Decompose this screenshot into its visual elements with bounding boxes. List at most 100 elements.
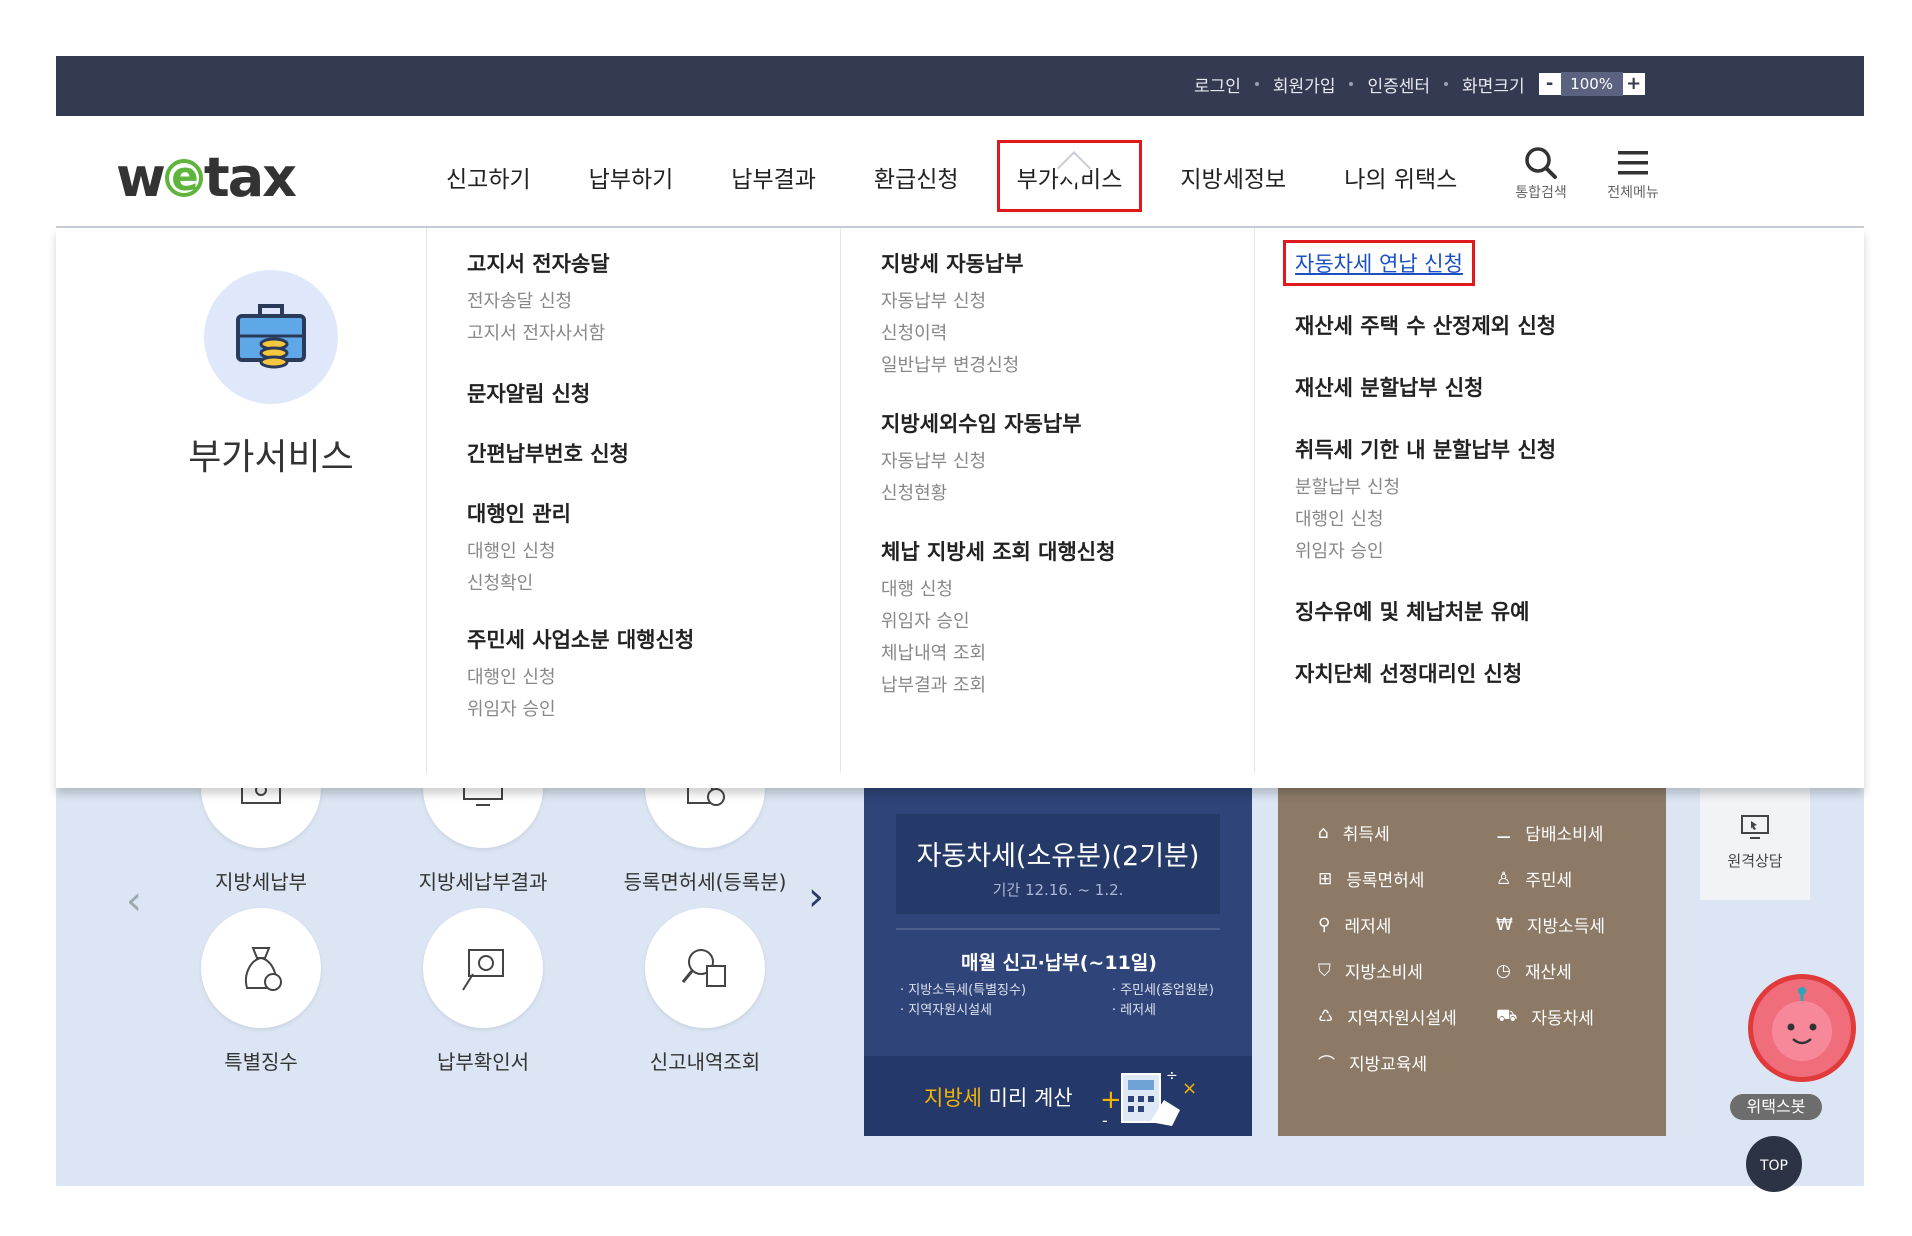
menu-sub-item[interactable]: 고지서 전자사서함 [467, 318, 840, 350]
menu-column-1: 고지서 전자송달 전자송달 신청 고지서 전자사서함 문자알림 신청 간편납부번… [426, 228, 840, 773]
menu-sub-item[interactable]: 대행인 신청 [467, 536, 840, 568]
tax-label: 지방소득세 [1526, 917, 1606, 937]
menu-sub-item[interactable]: 대행 신청 [881, 574, 1254, 606]
menu-group-title[interactable]: 간편납부번호 신청 [467, 438, 840, 468]
cigarette-icon: ⚊ [1496, 822, 1512, 843]
svg-text:÷: ÷ [1166, 1068, 1178, 1084]
tax-label: 취득세 [1342, 825, 1390, 845]
wetax-bot-button[interactable] [1748, 974, 1856, 1082]
magnifier-doc-icon [681, 949, 726, 987]
menu-sub-item[interactable]: 신청확인 [467, 568, 840, 600]
service-label: 지방세납부결과 [418, 870, 548, 894]
person-icon: ♙ [1496, 868, 1512, 889]
tax-category-panel: ⌂ 취득세 ⚊ 담배소비세 ⊞ 등록면허세 ♙ 주민세 ⚲ 레저세 ₩ 지방소득세 ⛉ 지방소… [1278, 788, 1666, 1136]
tax-item-leisure[interactable]: ⚲ 레저세 [1318, 912, 1391, 938]
service-special-collection[interactable]: 특별징수 [176, 908, 346, 1075]
menu-sub-item[interactable]: 자동납부 신청 [881, 446, 1254, 478]
calculator-icon: +÷×- [1100, 1068, 1197, 1128]
notice-banner[interactable]: 자동차세(소유분)(2기분) 기간 12.16. ~ 1.2. 매월 신고·납부… [864, 788, 1252, 1136]
tax-item-property[interactable]: ◷ 재산세 [1496, 958, 1572, 984]
tax-label: 지방교육세 [1349, 1055, 1428, 1075]
nav-refund[interactable]: 환급신청 [874, 160, 959, 194]
tax-label: 등록면허세 [1346, 871, 1425, 891]
zoom-in-button[interactable]: + [1622, 73, 1645, 95]
menu-group-title[interactable]: 고지서 전자송달 [467, 248, 840, 278]
menu-sub-item[interactable]: 체납내역 조회 [881, 638, 1254, 670]
service-label: 지방세납부 [215, 870, 307, 894]
bag-icon: ⛉ [1318, 960, 1331, 981]
cert-center-link[interactable]: 인증센터 [1367, 72, 1430, 97]
menu-sub-item[interactable]: 일반납부 변경신청 [881, 350, 1254, 382]
menu-sub-item[interactable]: 자동납부 신청 [881, 286, 1254, 318]
menu-sub-item[interactable]: 납부결과 조회 [881, 670, 1254, 702]
page-frame: 로그인 회원가입 인증센터 화면크기 - 100% + w e tax 신고하기 납… [56, 56, 1864, 1192]
hamburger-icon [1618, 151, 1648, 175]
wetax-bot-label: 위택스봇 [1730, 1094, 1822, 1120]
house-icon: ⌂ [1318, 822, 1329, 843]
all-menu-button[interactable]: 전체메뉴 [1598, 144, 1668, 202]
tax-item-tobacco[interactable]: ⚊ 담배소비세 [1496, 820, 1603, 846]
nav-report[interactable]: 신고하기 [446, 160, 531, 194]
tax-item-vehicle[interactable]: ⛟ 자동차세 [1496, 1004, 1594, 1030]
menu-group-title[interactable]: 대행인 관리 [467, 498, 840, 528]
tax-item-local-income[interactable]: ₩ 지방소득세 [1496, 912, 1606, 938]
money-jar-icon: ₩ [1496, 914, 1513, 935]
extra-services-mega-menu: 부가서비스 고지서 전자송달 전자송달 신청 고지서 전자사서함 문자알림 신청… [56, 228, 1864, 788]
main-nav: 신고하기 납부하기 납부결과 환급신청 부가서비스 지방세정보 나의 위택스 [446, 140, 1515, 212]
nav-my-wetax[interactable]: 나의 위택스 [1344, 160, 1457, 194]
main-content-background: ‹ › 지방세납부 지방세납부결과 등록면허세(등록분) 특별징수 납부확인서 … [56, 728, 1864, 1192]
tax-item-local-consumption[interactable]: ⛉ 지방소비세 [1318, 958, 1423, 984]
prev-arrow-icon[interactable]: ‹ [126, 878, 142, 924]
service-report-history[interactable]: 신고내역조회 [620, 908, 790, 1075]
menu-group-title[interactable]: 자치단체 선정대리인 신청 [1295, 658, 1864, 688]
nav-pay-result[interactable]: 납부결과 [731, 160, 816, 194]
menu-group-title[interactable]: 체납 지방세 조회 대행신청 [881, 536, 1254, 566]
menu-sub-item[interactable]: 위임자 승인 [1295, 536, 1864, 568]
main-header: wetax 신고하기 납부하기 납부결과 환급신청 부가서비스 지방세정보 나의… [56, 116, 1864, 228]
wetax-logo[interactable]: w e tax [116, 146, 297, 209]
menu-group-title[interactable]: 주민세 사업소분 대행신청 [467, 624, 840, 654]
car-tax-annual-payment-link[interactable]: 자동차세 연납 신청 [1283, 240, 1475, 286]
search-label: 통합검색 [1515, 185, 1567, 201]
bicycle-icon: ⚲ [1318, 914, 1331, 935]
service-payment-certificate[interactable]: 납부확인서 [398, 908, 568, 1075]
calc-rest-text: 미리 계산 [981, 1086, 1073, 1110]
menu-sub-item[interactable]: 대행인 신청 [1295, 504, 1864, 536]
menu-group-title[interactable]: 문자알림 신청 [467, 378, 840, 408]
separator-dot [1254, 82, 1259, 86]
zoom-level: 100% [1560, 72, 1623, 96]
next-arrow-icon[interactable]: › [808, 874, 824, 920]
nav-pay[interactable]: 납부하기 [589, 160, 674, 194]
menu-group-title[interactable]: 지방세 자동납부 [881, 248, 1254, 278]
tax-item-regional-resource[interactable]: ♺ 지역자원시설세 [1318, 1004, 1457, 1030]
menu-sub-item[interactable]: 위임자 승인 [467, 694, 840, 726]
nav-local-tax-info[interactable]: 지방세정보 [1180, 160, 1286, 194]
menu-sub-item[interactable]: 위임자 승인 [881, 606, 1254, 638]
menu-group-title[interactable]: 지방세외수입 자동납부 [881, 408, 1254, 438]
bot-face-icon [1772, 987, 1832, 1061]
signup-link[interactable]: 회원가입 [1273, 72, 1336, 97]
menu-sub-item[interactable]: 신청이력 [881, 318, 1254, 350]
menu-group-title[interactable]: 재산세 분할납부 신청 [1295, 372, 1864, 402]
menu-sub-item[interactable]: 신청현황 [881, 478, 1254, 510]
login-link[interactable]: 로그인 [1194, 72, 1241, 97]
screen-size-label: 화면크기 [1462, 76, 1525, 97]
receipt-won-icon [462, 949, 504, 991]
zoom-out-button[interactable]: - [1538, 73, 1561, 95]
menu-sub-item[interactable]: 분할납부 신청 [1295, 472, 1864, 504]
scroll-top-button[interactable]: TOP [1746, 1136, 1802, 1192]
tax-calculator-link[interactable]: 지방세 미리 계산 + ÷ × - [864, 1056, 1252, 1136]
menu-sub-item[interactable]: 대행인 신청 [467, 662, 840, 694]
tax-item-local-education[interactable]: ⌒ 지방교육세 [1318, 1050, 1427, 1075]
menu-group-title[interactable]: 취득세 기한 내 분할납부 신청 [1295, 434, 1864, 464]
menu-group-title[interactable]: 재산세 주택 수 산정제외 신청 [1295, 310, 1864, 340]
tax-item-registration[interactable]: ⊞ 등록면허세 [1318, 866, 1425, 892]
remote-support-button[interactable]: 원격상담 [1700, 788, 1810, 900]
search-button[interactable]: 통합검색 [1506, 144, 1576, 202]
menu-sub-item[interactable]: 전자송달 신청 [467, 286, 840, 318]
service-label: 신고내역조회 [649, 1050, 761, 1074]
menu-column-3: 자동차세 연납 신청 재산세 주택 수 산정제외 신청 재산세 분할납부 신청 … [1254, 228, 1864, 773]
tax-item-resident[interactable]: ♙ 주민세 [1496, 866, 1572, 892]
tax-item-acquisition[interactable]: ⌂ 취득세 [1318, 820, 1390, 846]
menu-group-title[interactable]: 징수유예 및 체납처분 유예 [1295, 596, 1864, 626]
